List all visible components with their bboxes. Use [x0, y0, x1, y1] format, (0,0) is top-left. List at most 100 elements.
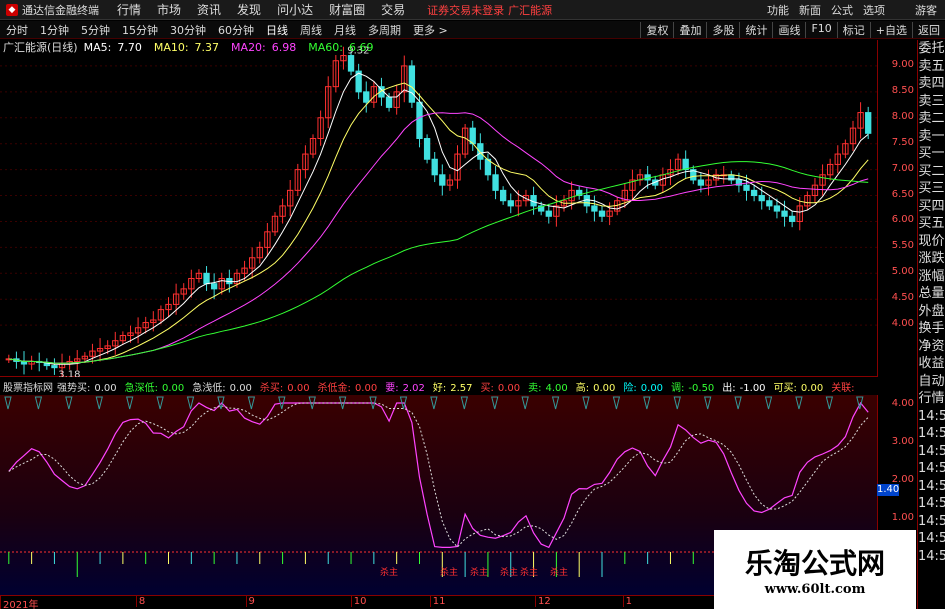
- quote-panel-item[interactable]: 14:50: [918, 425, 945, 443]
- menu-item-xinmian[interactable]: 新面: [799, 2, 821, 18]
- quote-panel: 委托 卖五 卖四 卖三 卖二 卖一 买一 买二 买三 买四 买五 现价 涨跌 涨幅 总量 外盘 换手 净资 收益 自动…: [917, 40, 945, 609]
- stats-button[interactable]: 统计: [739, 21, 772, 38]
- quote-panel-item[interactable]: 14:50: [918, 495, 945, 513]
- candle-body: [363, 91, 370, 103]
- candle-body: [788, 215, 796, 222]
- menu-item-faxian[interactable]: 发现: [237, 1, 261, 18]
- quote-panel-item[interactable]: 卖四: [918, 75, 945, 93]
- top-marker: [65, 396, 73, 410]
- candle-body: [758, 195, 765, 202]
- menu-item-shichang[interactable]: 市场: [157, 1, 181, 18]
- top-marker: [643, 396, 651, 410]
- quote-panel-item[interactable]: 14:50: [918, 478, 945, 496]
- quote-panel-item[interactable]: 净资: [918, 338, 945, 356]
- quote-panel-item[interactable]: 卖三: [918, 93, 945, 111]
- quote-panel-item[interactable]: 委托: [918, 40, 945, 58]
- overlay-button[interactable]: 叠加: [673, 21, 706, 38]
- quote-panel-item[interactable]: 涨幅: [918, 268, 945, 286]
- price-tick-label: 4.00: [891, 318, 914, 330]
- tf-more[interactable]: 更多 >: [413, 22, 448, 38]
- tf-fenshi[interactable]: 分时: [6, 22, 28, 38]
- quote-panel-item[interactable]: 买五: [918, 215, 945, 233]
- candle-body: [743, 184, 750, 191]
- indicator-tick-label: 1.00: [891, 512, 914, 523]
- quote-panel-item[interactable]: 买四: [918, 198, 945, 216]
- tf-1min[interactable]: 1分钟: [40, 22, 69, 38]
- fuquan-button[interactable]: 复权: [640, 21, 673, 38]
- quote-panel-item[interactable]: 卖一: [918, 128, 945, 146]
- indicator-item-12: 出: -1.00: [722, 382, 766, 394]
- draw-line-button[interactable]: 画线: [772, 21, 805, 38]
- candle-body: [697, 179, 705, 186]
- tf-daily[interactable]: 日线: [266, 22, 288, 38]
- price-chart[interactable]: 9.32 3.18: [0, 40, 877, 381]
- login-notice[interactable]: 证券交易未登录: [427, 2, 504, 18]
- top-marker: [734, 396, 742, 410]
- candle-body: [492, 174, 499, 191]
- quote-panel-item[interactable]: 行情: [918, 390, 945, 408]
- top-marker: [95, 396, 103, 410]
- tf-30min[interactable]: 30分钟: [170, 22, 206, 38]
- guest-label[interactable]: 游客: [915, 2, 937, 18]
- add-watchlist-button[interactable]: +自选: [869, 21, 912, 38]
- quote-panel-item[interactable]: 14:50: [918, 443, 945, 461]
- quote-panel-item[interactable]: 外盘: [918, 303, 945, 321]
- indicator-legend: 股票指标网 强势买: 0.00 急深低: 0.00 急浅低: 0.00 杀买: 0.00 杀低金…: [3, 379, 867, 394]
- quote-panel-item[interactable]: 总量: [918, 285, 945, 303]
- menu-item-jiaoyi[interactable]: 交易: [381, 1, 405, 18]
- quote-panel-item[interactable]: 14:50: [918, 513, 945, 531]
- stock-name: 广汇能源(日线): [3, 41, 78, 54]
- quote-panel-item[interactable]: 14:50: [918, 548, 945, 566]
- price-tick-label: 7.50: [891, 136, 914, 148]
- quote-panel-item[interactable]: 收益: [918, 355, 945, 373]
- tf-weekly[interactable]: 周线: [300, 22, 322, 38]
- quote-panel-item[interactable]: 买三: [918, 180, 945, 198]
- quote-panel-item[interactable]: 卖五: [918, 58, 945, 76]
- date-tick-label: 2021年: [0, 596, 38, 609]
- menu-item-gongneng[interactable]: 功能: [767, 2, 789, 18]
- tf-60min[interactable]: 60分钟: [218, 22, 254, 38]
- quote-panel-item[interactable]: 买二: [918, 163, 945, 181]
- tf-multi[interactable]: 多周期: [368, 22, 401, 38]
- candle-body: [591, 205, 598, 212]
- menu-bar: ◆ 通达信金融终端 行情 市场 资讯 发现 问小达 财富圈 交易 证券交易未登录…: [0, 0, 945, 20]
- indicator-item-4: 杀低金: 0.00: [317, 382, 378, 394]
- quote-panel-item[interactable]: 现价: [918, 233, 945, 251]
- candle-body: [781, 210, 788, 217]
- menu-item-gongshi[interactable]: 公式: [831, 2, 853, 18]
- top-marker: [126, 396, 134, 410]
- candle-body: [423, 138, 431, 160]
- tf-15min[interactable]: 15分钟: [122, 22, 158, 38]
- signal-label: 杀主: [440, 566, 458, 578]
- f10-button[interactable]: F10: [805, 21, 836, 38]
- quote-panel-item[interactable]: 卖二: [918, 110, 945, 128]
- price-tick-label: 9.00: [891, 58, 914, 70]
- top-marker: [4, 396, 12, 410]
- quote-panel-item[interactable]: 涨跌: [918, 250, 945, 268]
- app-title: 通达信金融终端: [22, 3, 99, 17]
- quote-panel-item[interactable]: 14:50: [918, 408, 945, 426]
- signal-label: 杀主: [520, 566, 538, 578]
- quote-panel-item[interactable]: 买一: [918, 145, 945, 163]
- menu-item-zixun[interactable]: 资讯: [197, 1, 221, 18]
- top-marker: [673, 396, 681, 410]
- menu-item-hangqing[interactable]: 行情: [117, 1, 141, 18]
- indicator-item-14: 关联:: [831, 382, 855, 394]
- candle-body: [210, 283, 218, 290]
- top-marker: [156, 396, 164, 410]
- menu-item-caifuquan[interactable]: 财富圈: [329, 1, 365, 18]
- tf-monthly[interactable]: 月线: [334, 22, 356, 38]
- indicator-item-0: 强势买: 0.00: [57, 382, 117, 394]
- candle-body: [766, 200, 773, 207]
- menu-item-xuanxiang[interactable]: 选项: [863, 2, 885, 18]
- back-button[interactable]: 返回: [912, 21, 945, 38]
- mark-button[interactable]: 标记: [836, 21, 870, 38]
- tf-5min[interactable]: 5分钟: [81, 22, 110, 38]
- menu-item-wenxiaoda[interactable]: 问小达: [277, 1, 313, 18]
- quote-panel-item[interactable]: 换手: [918, 320, 945, 338]
- quote-panel-item[interactable]: 自动: [918, 373, 945, 391]
- broker-link[interactable]: 广汇能源: [508, 2, 552, 18]
- quote-panel-item[interactable]: 14:50: [918, 460, 945, 478]
- quote-panel-item[interactable]: 14:50: [918, 530, 945, 548]
- multi-stock-button[interactable]: 多股: [706, 21, 739, 38]
